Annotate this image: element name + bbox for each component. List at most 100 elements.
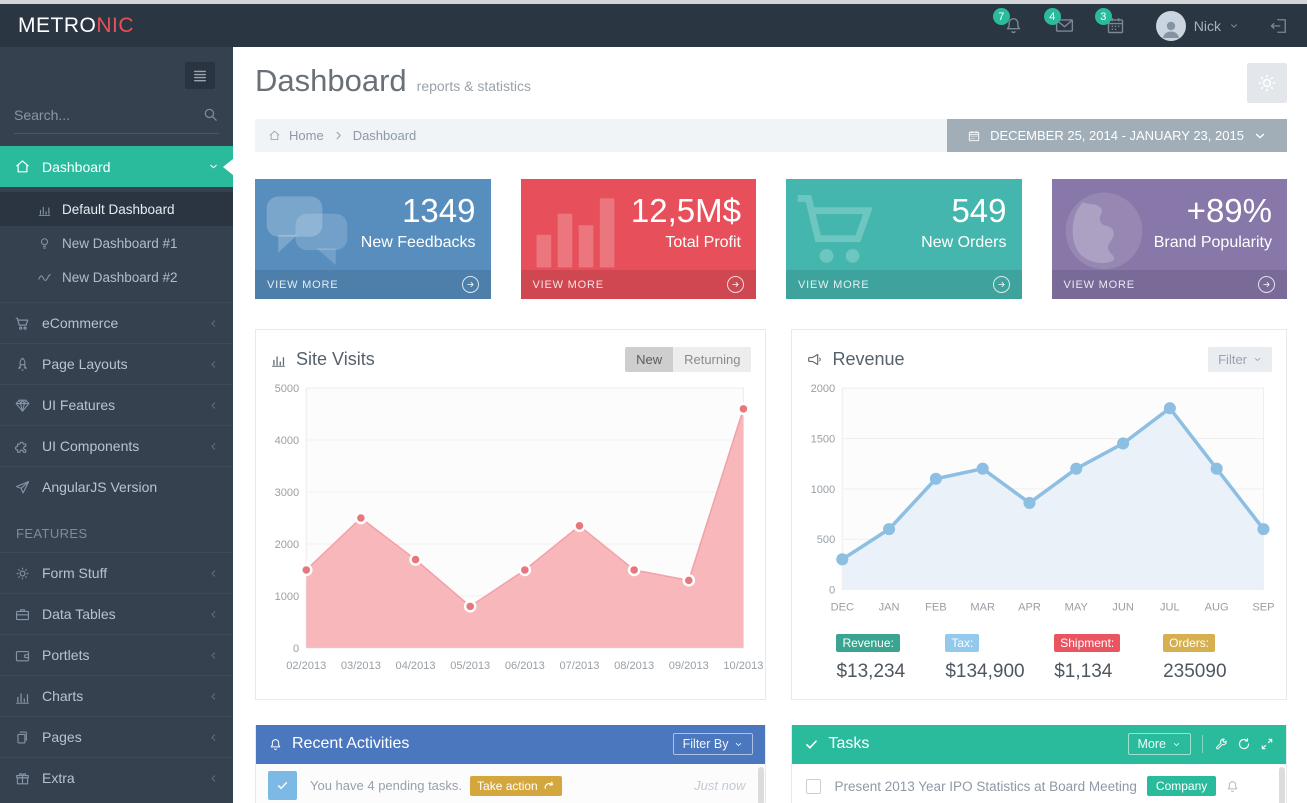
view-more-link[interactable]: VIEW MORE: [521, 270, 757, 299]
stat-value: $134,900: [945, 661, 1054, 683]
user-icon: [1159, 17, 1183, 41]
inbox-button[interactable]: 4: [1054, 15, 1075, 36]
status-badge: Tax:: [945, 634, 979, 652]
more-button[interactable]: More: [1128, 733, 1191, 755]
task-text: Present 2013 Year IPO Statistics at Boar…: [834, 779, 1136, 794]
svg-text:JAN: JAN: [879, 602, 900, 614]
line-chart-icon: [37, 270, 52, 285]
sidebar-item-new-dashboard-1[interactable]: New Dashboard #1: [0, 226, 233, 260]
stat-value: 12,5M$: [631, 192, 741, 230]
sidebar-item-data-tables[interactable]: Data Tables: [0, 593, 233, 634]
stat-tile-brand-popularity[interactable]: +89% Brand Popularity VIEW MORE: [1052, 179, 1288, 299]
sidebar-item-new-dashboard-2[interactable]: New Dashboard #2: [0, 260, 233, 294]
chevron-right-icon: [332, 129, 345, 142]
date-range-picker[interactable]: DECEMBER 25, 2014 - JANUARY 23, 2015: [947, 119, 1287, 152]
sidebar-item-ecommerce[interactable]: eCommerce: [0, 302, 233, 343]
sidebar-search: [14, 106, 219, 134]
scrollbar-thumb[interactable]: [1279, 767, 1285, 803]
arrow-right-circle-icon[interactable]: [462, 276, 479, 293]
bar-chart-icon: [270, 351, 287, 368]
stat-tile-total-profit[interactable]: 12,5M$ Total Profit VIEW MORE: [521, 179, 757, 299]
wrench-icon[interactable]: [1214, 737, 1228, 751]
arrow-right-circle-icon[interactable]: [1258, 276, 1275, 293]
svg-text:02/2013: 02/2013: [286, 660, 326, 672]
task-item[interactable]: Present 2013 Year IPO Statistics at Boar…: [792, 764, 1286, 803]
recent-activities-portlet: Recent Activities Filter By You have 4 p…: [255, 725, 766, 803]
cart-icon: [792, 185, 884, 277]
filter-by-button[interactable]: Filter By: [673, 733, 754, 755]
sidebar-item-ui-components[interactable]: UI Components: [0, 425, 233, 466]
view-more-link[interactable]: VIEW MORE: [255, 270, 491, 299]
calendar-tasks-button[interactable]: 3: [1105, 15, 1126, 36]
toggle-returning-button[interactable]: Returning: [673, 347, 751, 372]
svg-text:1500: 1500: [811, 433, 836, 445]
chevron-down-icon: [1229, 21, 1239, 31]
sidebar-item-label: Page Layouts: [42, 356, 208, 372]
svg-text:2000: 2000: [811, 383, 836, 395]
avatar: [1156, 11, 1186, 41]
sidebar-item-default-dashboard[interactable]: Default Dashboard: [0, 192, 233, 226]
toggle-new-button[interactable]: New: [625, 347, 673, 372]
sidebar-item-ui-features[interactable]: UI Features: [0, 384, 233, 425]
arrow-right-circle-icon[interactable]: [727, 276, 744, 293]
sidebar-toggler-button[interactable]: [185, 62, 215, 89]
view-more-link[interactable]: VIEW MORE: [786, 270, 1022, 299]
pages-icon: [14, 729, 31, 746]
logout-icon: [1269, 16, 1289, 36]
tasks-list: Present 2013 Year IPO Statistics at Boar…: [792, 764, 1286, 803]
bell-icon[interactable]: [1225, 779, 1240, 794]
chevron-down-icon: [734, 740, 743, 749]
stat-label: New Feedbacks: [361, 234, 476, 252]
take-action-badge[interactable]: Take action: [470, 776, 562, 796]
logout-button[interactable]: [1269, 16, 1289, 36]
sidebar-item-angularjs-version[interactable]: AngularJS Version: [0, 466, 233, 507]
sidebar-item-label: Default Dashboard: [62, 202, 175, 217]
user-menu[interactable]: Nick: [1156, 11, 1239, 41]
stat-value: $1,134: [1054, 661, 1163, 683]
chevron-down-icon: [208, 161, 219, 172]
portlet-title: Tasks: [828, 735, 869, 753]
breadcrumb-home[interactable]: Home: [289, 128, 324, 143]
view-more-link[interactable]: VIEW MORE: [1052, 270, 1288, 299]
svg-text:5000: 5000: [275, 383, 300, 395]
search-icon[interactable]: [202, 106, 219, 123]
status-badge: Revenue:: [836, 634, 899, 652]
calendar-icon: [967, 129, 981, 143]
activity-item[interactable]: You have 4 pending tasks. Take action Ju…: [256, 764, 765, 803]
sidebar-item-label: Charts: [42, 688, 208, 704]
stat-tiles: 1349 New Feedbacks VIEW MORE 12,5M$ Tota…: [255, 179, 1287, 299]
company-tag[interactable]: Company: [1147, 776, 1216, 796]
sidebar-item-pages[interactable]: Pages: [0, 716, 233, 757]
sidebar-item-extra[interactable]: Extra: [0, 757, 233, 798]
date-range-label: DECEMBER 25, 2014 - JANUARY 23, 2015: [990, 128, 1244, 143]
chevron-left-icon: [208, 773, 219, 784]
site-visits-chart: 01000200030004000500002/201303/201304/20…: [270, 380, 751, 680]
revenue-stat: Shipment: $1,134: [1054, 634, 1163, 683]
sidebar-item-dashboard[interactable]: Dashboard: [0, 146, 233, 187]
activity-time: Just now: [694, 778, 745, 793]
portlet-title: Recent Activities: [292, 735, 409, 753]
sidebar-item-page-layouts[interactable]: Page Layouts: [0, 343, 233, 384]
search-input[interactable]: [14, 107, 202, 123]
sidebar-item-form-stuff[interactable]: Form Stuff: [0, 552, 233, 593]
refresh-icon[interactable]: [1237, 737, 1251, 751]
revenue-chart: 0500100015002000DECJANFEBMARAPRMAYJUNJUL…: [806, 380, 1272, 622]
sidebar-item-portlets[interactable]: Portlets: [0, 634, 233, 675]
stat-label: New Orders: [921, 234, 1006, 252]
arrow-right-circle-icon[interactable]: [993, 276, 1010, 293]
brand-logo[interactable]: METRONIC: [18, 14, 134, 38]
notifications-button[interactable]: 7: [1003, 15, 1024, 36]
expand-icon[interactable]: [1260, 737, 1274, 751]
sidebar-item-charts[interactable]: Charts: [0, 675, 233, 716]
scrollbar-thumb[interactable]: [758, 767, 764, 803]
gear-icon: [1255, 71, 1279, 95]
revenue-filter-button[interactable]: Filter: [1208, 347, 1272, 372]
tasks-portlet: Tasks More Present 2013 Year IPO Statist…: [791, 725, 1287, 803]
stat-tile-new-feedbacks[interactable]: 1349 New Feedbacks VIEW MORE: [255, 179, 491, 299]
bar-chart-icon: [527, 185, 619, 277]
task-checkbox[interactable]: [806, 779, 821, 794]
stat-tile-new-orders[interactable]: 549 New Orders VIEW MORE: [786, 179, 1022, 299]
page-settings-button[interactable]: [1247, 63, 1287, 103]
svg-text:MAY: MAY: [1065, 602, 1089, 614]
activity-text: You have 4 pending tasks.: [310, 778, 462, 793]
